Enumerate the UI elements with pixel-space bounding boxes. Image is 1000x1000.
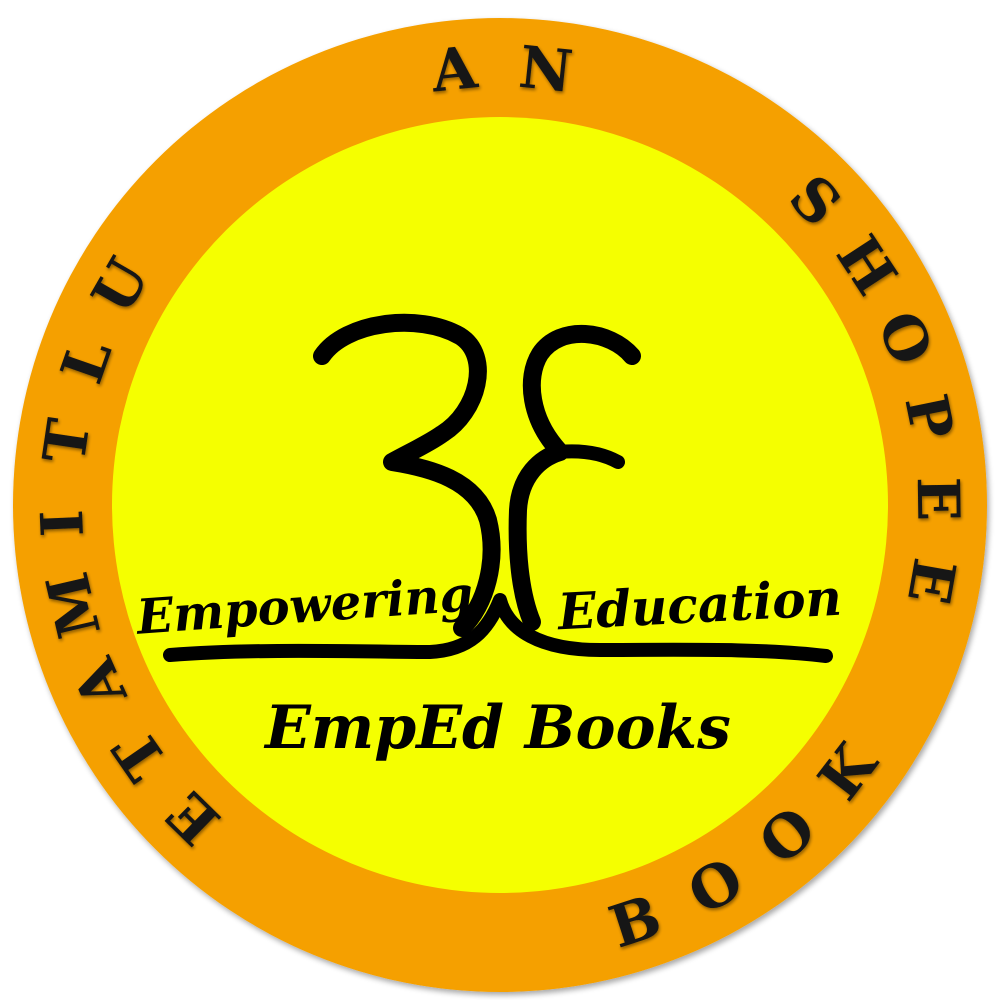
ring-letter-top: A [427,33,481,106]
ring-letter-right: E [904,476,973,521]
brand-name: EmpEd Books [263,693,731,763]
emped-books-logo: ANSHOPEEBOOKULTIMATE Empowering Educatio… [0,0,1000,1000]
inner-disc [112,117,888,893]
ring-letter-top: N [516,33,576,106]
ring-letter-left: I [28,508,97,538]
logo-graphic: A NSHOPEEB OOKULTIMATE Empowering Educatio… [13,18,987,992]
